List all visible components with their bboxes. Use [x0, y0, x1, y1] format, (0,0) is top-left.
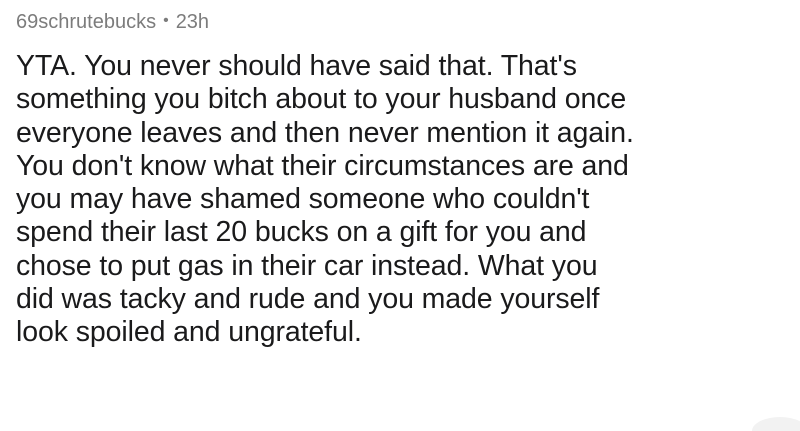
comment-line: spend their last 20 bucks on a gift for …: [16, 216, 587, 249]
comment-line: chose to put gas in their car instead. W…: [16, 249, 598, 282]
username-link[interactable]: 69schrutebucks: [16, 8, 156, 36]
comment-line: did was tacky and rude and you made your…: [16, 283, 600, 316]
corner-decoration: [752, 417, 800, 431]
comment-body: YTA. You never should have said that. Th…: [16, 50, 791, 350]
comment-line: everyone leaves and then never mention i…: [16, 116, 634, 149]
comment-line: you may have shamed someone who couldn't: [16, 183, 590, 216]
comment-line: You don't know what their circumstances …: [16, 149, 629, 182]
separator-dot: •: [163, 12, 169, 29]
timestamp[interactable]: 23h: [176, 8, 209, 36]
comment: 69schrutebucks • 23h YTA. You never shou…: [16, 8, 791, 350]
comment-line: look spoiled and ungrateful.: [16, 316, 362, 349]
comment-meta: 69schrutebucks • 23h: [16, 8, 791, 36]
comment-line: something you bitch about to your husban…: [16, 83, 627, 116]
comment-line: YTA. You never should have said that. Th…: [16, 50, 577, 82]
